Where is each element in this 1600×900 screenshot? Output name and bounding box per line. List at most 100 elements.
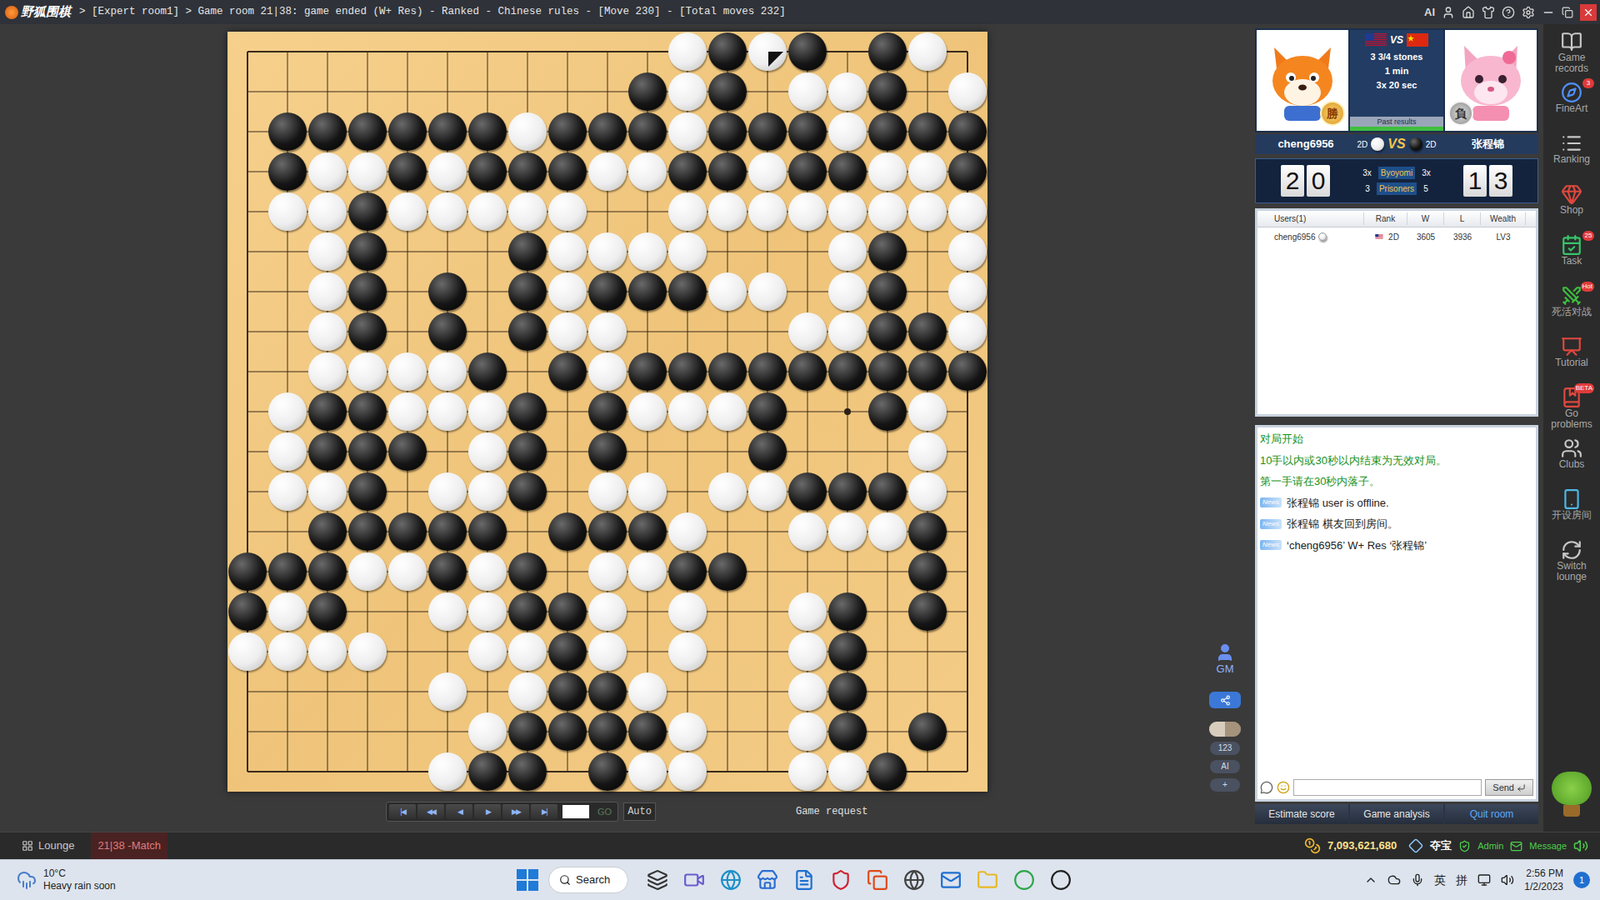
- board-point[interactable]: [547, 271, 588, 312]
- board-point[interactable]: [667, 471, 708, 512]
- board-point[interactable]: [507, 311, 548, 352]
- board-point[interactable]: [387, 351, 428, 392]
- board-point[interactable]: [347, 551, 388, 592]
- board-point[interactable]: [387, 111, 428, 152]
- board-point[interactable]: [747, 271, 788, 312]
- board-point[interactable]: [867, 591, 908, 632]
- board-point[interactable]: [507, 471, 548, 512]
- board-point[interactable]: [547, 351, 588, 392]
- money-tree-icon[interactable]: [1550, 771, 1593, 822]
- board-point[interactable]: [627, 231, 668, 272]
- board-point[interactable]: [547, 471, 588, 512]
- board-point[interactable]: [587, 671, 628, 712]
- board-point[interactable]: [307, 31, 348, 72]
- board-point[interactable]: [667, 671, 708, 712]
- close-button[interactable]: [1580, 4, 1597, 21]
- board-point[interactable]: [787, 431, 828, 472]
- board-point[interactable]: [387, 271, 428, 312]
- board-point[interactable]: [867, 631, 908, 672]
- playback-button[interactable]: |◀: [389, 804, 416, 820]
- board-point[interactable]: [947, 191, 988, 232]
- taskbar-app-icon[interactable]: [1050, 869, 1072, 891]
- board-point[interactable]: [667, 551, 708, 592]
- board-point[interactable]: [227, 591, 268, 632]
- board-point[interactable]: [427, 511, 468, 552]
- board-point[interactable]: [667, 31, 708, 72]
- admin-link[interactable]: Admin: [1477, 839, 1504, 854]
- board-point[interactable]: [267, 191, 308, 232]
- board-point[interactable]: [907, 631, 948, 672]
- board-point[interactable]: [827, 351, 868, 392]
- board-point[interactable]: [827, 391, 868, 432]
- board-point[interactable]: [747, 471, 788, 512]
- board-point[interactable]: [707, 471, 748, 512]
- board-point[interactable]: [387, 151, 428, 192]
- user-row[interactable]: cheng69562D36053936LV3: [1257, 227, 1536, 246]
- board-point[interactable]: [907, 191, 948, 232]
- board-point[interactable]: [947, 231, 988, 272]
- taskbar-app-icon[interactable]: [903, 869, 925, 891]
- board-point[interactable]: [387, 631, 428, 672]
- board-point[interactable]: [787, 271, 828, 312]
- board-point[interactable]: [827, 111, 868, 152]
- board-point[interactable]: [347, 311, 388, 352]
- search-box[interactable]: Search: [548, 866, 629, 894]
- board-point[interactable]: [507, 631, 548, 672]
- board-point[interactable]: [707, 551, 748, 592]
- board-point[interactable]: [587, 511, 628, 552]
- sidebar-item[interactable]: Ranking: [1544, 132, 1600, 179]
- board-point[interactable]: [707, 351, 748, 392]
- board-point[interactable]: [547, 311, 588, 352]
- game-request-button[interactable]: Game request: [795, 804, 868, 820]
- board-point[interactable]: [627, 711, 668, 752]
- board-point[interactable]: [947, 391, 988, 432]
- board-point[interactable]: [627, 191, 668, 232]
- board-point[interactable]: [867, 551, 908, 592]
- board-point[interactable]: [347, 231, 388, 272]
- taskbar-app-icon[interactable]: [1013, 869, 1035, 891]
- board-point[interactable]: [867, 31, 908, 72]
- sidebar-item[interactable]: FineArt3: [1544, 81, 1600, 128]
- board-point[interactable]: [747, 31, 788, 72]
- playback-button[interactable]: ▶|: [530, 804, 558, 820]
- board-point[interactable]: [467, 191, 508, 232]
- board-point[interactable]: [947, 271, 988, 312]
- board-point[interactable]: [587, 751, 628, 792]
- board-point[interactable]: [547, 31, 588, 72]
- board-point[interactable]: [547, 151, 588, 192]
- board-point[interactable]: [707, 231, 748, 272]
- board-point[interactable]: [267, 271, 308, 312]
- board-point[interactable]: [227, 431, 268, 472]
- board-point[interactable]: [707, 271, 748, 312]
- board-point[interactable]: [227, 631, 268, 672]
- playback-button[interactable]: ◀: [445, 804, 473, 820]
- board-point[interactable]: [667, 591, 708, 632]
- board-point[interactable]: [787, 711, 828, 752]
- board-point[interactable]: [227, 471, 268, 512]
- board-point[interactable]: [827, 311, 868, 352]
- board-point[interactable]: [787, 71, 828, 112]
- board-point[interactable]: [867, 191, 908, 232]
- board-point[interactable]: [907, 711, 948, 752]
- black-player-avatar[interactable]: 負: [1445, 30, 1537, 131]
- board-point[interactable]: [667, 231, 708, 272]
- board-point[interactable]: [587, 111, 628, 152]
- board-point[interactable]: [547, 111, 588, 152]
- board-point[interactable]: [467, 711, 508, 752]
- board-point[interactable]: [667, 431, 708, 472]
- board-point[interactable]: [227, 391, 268, 432]
- board-point[interactable]: [907, 391, 948, 432]
- tool-button[interactable]: +: [1210, 778, 1240, 792]
- board-point[interactable]: [707, 151, 748, 192]
- board-point[interactable]: [387, 231, 428, 272]
- gm-button[interactable]: GM: [1215, 642, 1235, 675]
- board-point[interactable]: [507, 591, 548, 632]
- home-icon[interactable]: [1461, 5, 1475, 20]
- board-point[interactable]: [947, 591, 988, 632]
- board-point[interactable]: [427, 671, 468, 712]
- board-point[interactable]: [307, 311, 348, 352]
- board-point[interactable]: [907, 671, 948, 712]
- board-point[interactable]: [307, 631, 348, 672]
- board-point[interactable]: [667, 511, 708, 552]
- send-button[interactable]: Send: [1485, 779, 1534, 796]
